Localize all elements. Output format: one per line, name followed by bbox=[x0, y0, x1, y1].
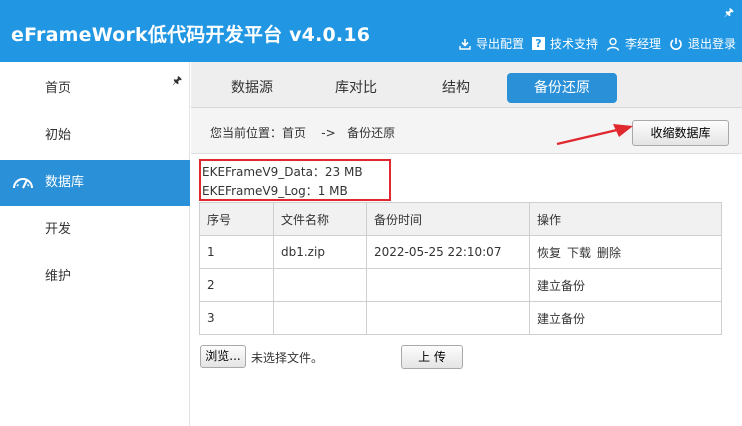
sidebar-item-label: 首页 bbox=[45, 81, 72, 96]
table-row: 1 db1.zip 2022-05-25 22:10:07 恢复 下载 删除 bbox=[199, 235, 722, 269]
tab-datasource[interactable]: 数据源 bbox=[212, 73, 292, 103]
download-link[interactable]: 下载 bbox=[567, 246, 591, 260]
row-actions: 恢复 下载 删除 bbox=[529, 235, 722, 269]
backup-table: 序号 文件名称 备份时间 操作 1 db1.zip 2022-05-25 22:… bbox=[199, 202, 722, 335]
tab-backup-restore[interactable]: 备份还原 bbox=[507, 73, 617, 103]
db-size-highlight: EKEFrameV9_Data：23 MB EKEFrameV9_Log：1 M… bbox=[199, 159, 391, 201]
sidebar-item-database[interactable]: 数据库 bbox=[0, 160, 190, 206]
download-icon bbox=[459, 38, 471, 50]
row-file-name bbox=[273, 301, 367, 335]
breadcrumb: 您当前位置：首页 -> 备份还原 bbox=[210, 124, 395, 141]
tab-db-compare[interactable]: 库对比 bbox=[316, 73, 396, 103]
app-title: eFrameWork低代码开发平台 v4.0.16 bbox=[11, 24, 371, 46]
col-backup-time: 备份时间 bbox=[366, 202, 530, 236]
sidebar-item-label: 初始 bbox=[45, 128, 72, 143]
log-file-size: EKEFrameV9_Log：1 MB bbox=[202, 184, 348, 198]
tab-structure[interactable]: 结构 bbox=[416, 73, 496, 103]
sidebar-item-label: 数据库 bbox=[45, 175, 85, 190]
tab-bar: 数据源 库对比 结构 备份还原 bbox=[191, 62, 742, 108]
col-actions: 操作 bbox=[529, 202, 722, 236]
col-index: 序号 bbox=[199, 202, 274, 236]
data-file-size: EKEFrameV9_Data：23 MB bbox=[202, 165, 363, 179]
row-file-name: db1.zip bbox=[273, 235, 367, 269]
user-icon bbox=[606, 37, 620, 51]
logout-button[interactable]: 退出登录 bbox=[669, 35, 736, 52]
upload-button[interactable]: 上 传 bbox=[401, 345, 463, 369]
row-backup-time bbox=[366, 268, 530, 302]
shrink-database-button[interactable]: 收缩数据库 bbox=[632, 120, 729, 146]
app-header: eFrameWork低代码开发平台 v4.0.16 🖈 导出配置 ? 技术支持 … bbox=[0, 0, 742, 62]
table-row: 3 建立备份 bbox=[199, 301, 722, 335]
create-backup-link[interactable]: 建立备份 bbox=[537, 279, 585, 293]
header-actions: 导出配置 ? 技术支持 李经理 退出登录 bbox=[451, 35, 736, 52]
row-index: 2 bbox=[199, 268, 274, 302]
row-file-name bbox=[273, 268, 367, 302]
upload-row: 浏览... 未选择文件。 上 传 bbox=[200, 345, 730, 369]
row-index: 1 bbox=[199, 235, 274, 269]
sidebar-item-label: 开发 bbox=[45, 222, 72, 237]
breadcrumb-prefix: 您当前位置： bbox=[210, 126, 283, 140]
breadcrumb-bar: 您当前位置：首页 -> 备份还原 收缩数据库 bbox=[191, 108, 742, 154]
browse-button[interactable]: 浏览... bbox=[200, 345, 246, 368]
user-name: 李经理 bbox=[624, 37, 661, 51]
logout-label: 退出登录 bbox=[687, 37, 736, 51]
pin-icon[interactable]: 🖈 bbox=[724, 4, 734, 23]
sidebar-item-develop[interactable]: 开发 bbox=[0, 207, 190, 253]
main-content: 数据源 库对比 结构 备份还原 您当前位置：首页 -> 备份还原 收缩数据库 E… bbox=[191, 62, 742, 426]
sidebar-item-init[interactable]: 初始 bbox=[0, 113, 190, 159]
tech-support-button[interactable]: ? 技术支持 bbox=[531, 35, 598, 52]
row-backup-time: 2022-05-25 22:10:07 bbox=[366, 235, 530, 269]
breadcrumb-current: 备份还原 bbox=[347, 126, 396, 140]
tech-support-label: 技术支持 bbox=[549, 37, 598, 51]
restore-link[interactable]: 恢复 bbox=[537, 246, 561, 260]
table-header-row: 序号 文件名称 备份时间 操作 bbox=[199, 202, 722, 236]
red-arrow-annotation bbox=[556, 124, 633, 146]
sidebar-item-home[interactable]: 首页 bbox=[0, 66, 190, 112]
breadcrumb-home[interactable]: 首页 bbox=[282, 126, 306, 140]
export-config-button[interactable]: 导出配置 bbox=[459, 35, 524, 52]
row-actions: 建立备份 bbox=[529, 268, 722, 302]
row-index: 3 bbox=[199, 301, 274, 335]
sidebar: 🖈 首页 初始 数据库 开发 维护 bbox=[0, 62, 190, 426]
create-backup-link[interactable]: 建立备份 bbox=[537, 312, 585, 326]
no-file-selected-text: 未选择文件。 bbox=[251, 351, 324, 365]
col-file-name: 文件名称 bbox=[273, 202, 367, 236]
delete-link[interactable]: 删除 bbox=[597, 246, 621, 260]
power-icon bbox=[669, 37, 683, 51]
row-backup-time bbox=[366, 301, 530, 335]
export-config-label: 导出配置 bbox=[475, 37, 524, 51]
user-button[interactable]: 李经理 bbox=[606, 35, 661, 52]
row-actions: 建立备份 bbox=[529, 301, 722, 335]
table-row: 2 建立备份 bbox=[199, 268, 722, 302]
sidebar-item-maintain[interactable]: 维护 bbox=[0, 254, 190, 300]
breadcrumb-separator: -> bbox=[321, 126, 336, 140]
sidebar-item-label: 维护 bbox=[45, 269, 72, 284]
help-icon: ? bbox=[531, 37, 545, 50]
